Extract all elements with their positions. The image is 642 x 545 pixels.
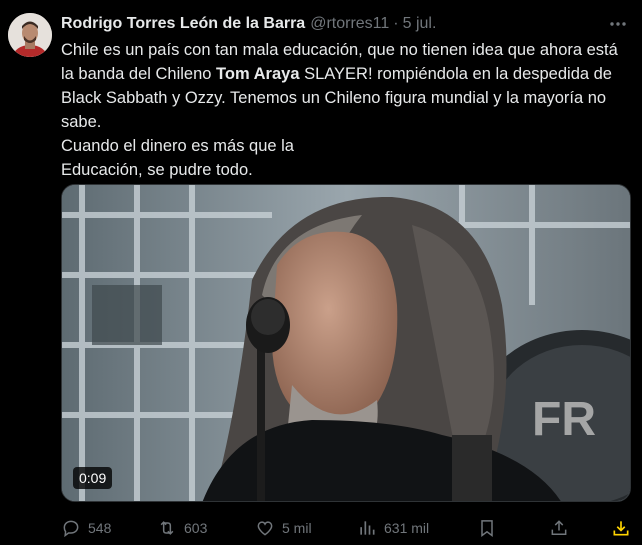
bold-name: Tom Araya [216,65,300,83]
tweet-header: Rodrigo Torres León de la Barra @rtorres… [61,13,436,35]
tweet-text-line: la banda del Chileno Tom Araya SLAYER! r… [61,62,633,86]
text-segment: Cuando el dinero es más que la [61,137,294,155]
text-segment: Educación, se pudre todo. [61,161,253,179]
like-button[interactable]: 5 mil [254,513,312,543]
repost-count: 603 [184,520,208,536]
author-handle[interactable]: @rtorres11 [310,15,389,33]
drum-logo-text: FR [532,393,596,446]
tweet-text: Chile es un país con tan mala educación,… [61,38,633,182]
author-name[interactable]: Rodrigo Torres León de la Barra [61,15,305,33]
repost-icon [156,517,178,539]
text-segment: Chile es un país con tan mala educación,… [61,41,618,59]
repost-button[interactable]: 603 [156,513,207,543]
separator-dot: · [393,15,399,32]
share-button[interactable] [548,513,570,543]
text-segment: Black Sabbath y Ozzy. Tenemos un Chileno… [61,89,607,107]
text-segment: SLAYER! rompiéndola en la despedida de [299,65,612,83]
reply-count: 548 [88,520,112,536]
video-player[interactable]: FR [61,184,631,502]
tweet-text-line: Cuando el dinero es más que la [61,134,633,158]
download-button[interactable] [610,513,632,543]
views-count: 631 mil [384,520,430,536]
tweet-text-line: Black Sabbath y Ozzy. Tenemos un Chileno… [61,86,633,110]
text-segment: la banda del Chileno [61,65,217,83]
reply-icon [60,517,82,539]
tweet-text-line: Educación, se pudre todo. [61,158,633,182]
bookmark-button[interactable] [476,513,498,543]
share-icon [548,517,570,539]
timestamp[interactable]: 5 jul. [403,15,437,33]
views-button[interactable]: 631 mil [356,513,429,543]
bookmark-icon [476,517,498,539]
action-bar: 548 603 5 mil 631 mil [58,513,638,543]
text-segment: sabe. [61,113,102,131]
tweet-text-line: sabe. [61,110,633,134]
views-icon [356,517,378,539]
tweet-text-line: Chile es un país con tan mala educación,… [61,38,633,62]
more-icon[interactable] [608,14,628,34]
reply-button[interactable]: 548 [60,513,111,543]
tweet[interactable]: Rodrigo Torres León de la Barra @rtorres… [0,0,642,545]
avatar[interactable] [8,13,52,57]
heart-icon [254,517,276,539]
video-duration: 0:09 [73,467,113,489]
download-icon [610,517,632,539]
like-count: 5 mil [282,520,312,536]
